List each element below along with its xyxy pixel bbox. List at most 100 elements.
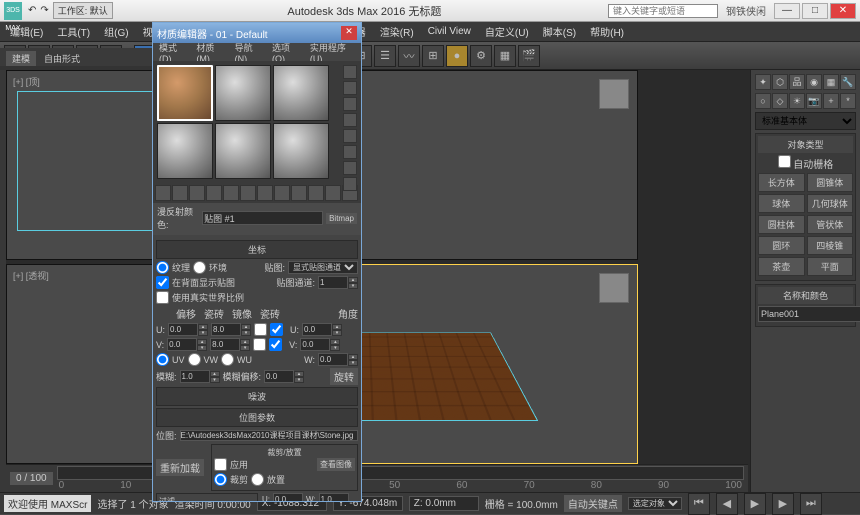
u-tile-input[interactable] bbox=[211, 323, 241, 336]
preview-icon[interactable] bbox=[343, 145, 357, 159]
pyramid-button[interactable]: 四棱锥 bbox=[807, 236, 854, 255]
viewcube-icon[interactable] bbox=[599, 79, 629, 109]
menu-civil[interactable]: Civil View bbox=[422, 24, 477, 39]
menu-render[interactable]: 渲染(R) bbox=[374, 22, 420, 41]
tab-create[interactable]: 建模 bbox=[6, 51, 36, 66]
v-tile-input[interactable] bbox=[210, 338, 240, 351]
cone-button[interactable]: 圆锥体 bbox=[807, 173, 854, 192]
background-icon[interactable] bbox=[343, 97, 357, 111]
select-by-mat-icon[interactable] bbox=[343, 177, 357, 191]
helpers-icon[interactable]: + bbox=[823, 93, 839, 109]
crop-u-input[interactable] bbox=[273, 493, 303, 501]
modify-tab-icon[interactable]: ⬡ bbox=[772, 74, 788, 90]
blur-offset-input[interactable] bbox=[264, 370, 294, 383]
make-unique-icon[interactable] bbox=[240, 185, 256, 201]
menu-group[interactable]: 组(G) bbox=[98, 22, 134, 41]
mat-id-icon[interactable] bbox=[274, 185, 290, 201]
play-prev-icon[interactable]: ◀ bbox=[716, 493, 738, 515]
cylinder-button[interactable]: 圆柱体 bbox=[758, 215, 805, 234]
crop-w-input[interactable] bbox=[319, 493, 349, 501]
viewcube-icon[interactable] bbox=[599, 273, 629, 303]
place-radio[interactable] bbox=[251, 473, 264, 486]
box-button[interactable]: 长方体 bbox=[758, 173, 805, 192]
video-check-icon[interactable] bbox=[343, 129, 357, 143]
rotate-button[interactable]: 旋转 bbox=[330, 368, 358, 385]
systems-icon[interactable]: * bbox=[840, 93, 856, 109]
u-tile-checkbox[interactable] bbox=[270, 323, 283, 336]
geometry-icon[interactable]: ○ bbox=[755, 93, 771, 109]
redo-button[interactable]: ↷ bbox=[40, 5, 48, 16]
menu-help[interactable]: 帮助(H) bbox=[584, 22, 630, 41]
dialog-close-button[interactable]: ✕ bbox=[341, 26, 357, 40]
plane-button[interactable]: 平面 bbox=[807, 257, 854, 276]
autokey-button[interactable]: 自动关键点 bbox=[564, 495, 622, 512]
menu-script[interactable]: 脚本(S) bbox=[537, 22, 582, 41]
reload-button[interactable]: 重新加载 bbox=[156, 459, 204, 476]
coords-rollout[interactable]: 坐标 bbox=[156, 240, 358, 259]
material-editor-icon[interactable]: ● bbox=[446, 45, 468, 67]
reset-icon[interactable] bbox=[206, 185, 222, 201]
go-parent-icon[interactable] bbox=[325, 185, 341, 201]
menu-customize[interactable]: 自定义(U) bbox=[479, 22, 535, 41]
create-tab-icon[interactable]: ✦ bbox=[755, 74, 771, 90]
copy-icon[interactable] bbox=[223, 185, 239, 201]
frame-indicator[interactable]: 0 / 100 bbox=[10, 472, 53, 485]
environ-radio[interactable] bbox=[193, 261, 206, 274]
v-mirror-checkbox[interactable] bbox=[253, 338, 266, 351]
map-type-button[interactable]: Bitmap bbox=[326, 213, 357, 224]
teapot-button[interactable]: 茶壶 bbox=[758, 257, 805, 276]
blur-input[interactable] bbox=[180, 370, 210, 383]
view-image-button[interactable]: 查看图像 bbox=[317, 458, 355, 471]
material-slot-3[interactable] bbox=[273, 65, 329, 121]
material-slot-6[interactable] bbox=[273, 123, 329, 179]
noise-rollout[interactable]: 噪波 bbox=[156, 387, 358, 406]
put-to-scene-icon[interactable] bbox=[172, 185, 188, 201]
material-slot-5[interactable] bbox=[215, 123, 271, 179]
options-icon[interactable] bbox=[343, 161, 357, 175]
cameras-icon[interactable]: 📷 bbox=[806, 93, 822, 109]
show-map-icon[interactable] bbox=[291, 185, 307, 201]
utilities-tab-icon[interactable]: 🔧 bbox=[840, 74, 856, 90]
vw-radio[interactable] bbox=[188, 353, 201, 366]
play-next-icon[interactable]: ▶ bbox=[772, 493, 794, 515]
autogrid-checkbox[interactable] bbox=[778, 155, 791, 168]
play-start-icon[interactable]: ⏮ bbox=[688, 493, 710, 515]
sphere-button[interactable]: 球体 bbox=[758, 194, 805, 213]
put-to-lib-icon[interactable] bbox=[257, 185, 273, 201]
tube-button[interactable]: 管状体 bbox=[807, 215, 854, 234]
coord-z[interactable]: Z: 0.0mm bbox=[409, 496, 479, 511]
time-slider[interactable]: 0 / 100 0102030405060708090100 bbox=[6, 464, 748, 492]
schematic-icon[interactable]: ⊞ bbox=[422, 45, 444, 67]
maxscript-label[interactable]: 欢迎使用 MAXScr bbox=[4, 495, 91, 512]
u-mirror-checkbox[interactable] bbox=[254, 323, 267, 336]
get-material-icon[interactable] bbox=[155, 185, 171, 201]
v-tile-checkbox[interactable] bbox=[269, 338, 282, 351]
bitmap-rollout[interactable]: 位图参数 bbox=[156, 408, 358, 427]
material-slot-4[interactable] bbox=[157, 123, 213, 179]
backlight-icon[interactable] bbox=[343, 81, 357, 95]
display-tab-icon[interactable]: ▦ bbox=[823, 74, 839, 90]
geosphere-button[interactable]: 几何球体 bbox=[807, 194, 854, 213]
login-label[interactable]: 钢铁侠闲 bbox=[726, 3, 766, 18]
menu-edit[interactable]: 编辑(E) bbox=[4, 22, 49, 41]
bitmap-path-input[interactable] bbox=[180, 430, 358, 441]
sample-type-icon[interactable] bbox=[343, 65, 357, 79]
v-offset-input[interactable] bbox=[167, 338, 197, 351]
undo-button[interactable]: ↶ bbox=[28, 5, 36, 16]
hierarchy-tab-icon[interactable]: 品 bbox=[789, 74, 805, 90]
viewport-top[interactable]: [+] [顶] bbox=[6, 70, 166, 260]
lights-icon[interactable]: ☀ bbox=[789, 93, 805, 109]
texture-radio[interactable] bbox=[156, 261, 169, 274]
tab-freeform[interactable]: 自由形式 bbox=[44, 52, 80, 65]
show-end-icon[interactable] bbox=[308, 185, 324, 201]
render-icon[interactable]: 🎬 bbox=[518, 45, 540, 67]
viewport-persp1[interactable]: [+] [透视] bbox=[6, 264, 166, 464]
key-target-dropdown[interactable]: 选定对象 bbox=[628, 497, 682, 510]
material-slot-2[interactable] bbox=[215, 65, 271, 121]
real-world-checkbox[interactable] bbox=[156, 291, 169, 304]
render-frame-icon[interactable]: ▦ bbox=[494, 45, 516, 67]
mapping-dropdown[interactable]: 显式贴图通道 bbox=[288, 261, 358, 274]
u-angle-input[interactable] bbox=[302, 323, 332, 336]
wu-radio[interactable] bbox=[221, 353, 234, 366]
play-end-icon[interactable]: ⏭ bbox=[800, 493, 822, 515]
